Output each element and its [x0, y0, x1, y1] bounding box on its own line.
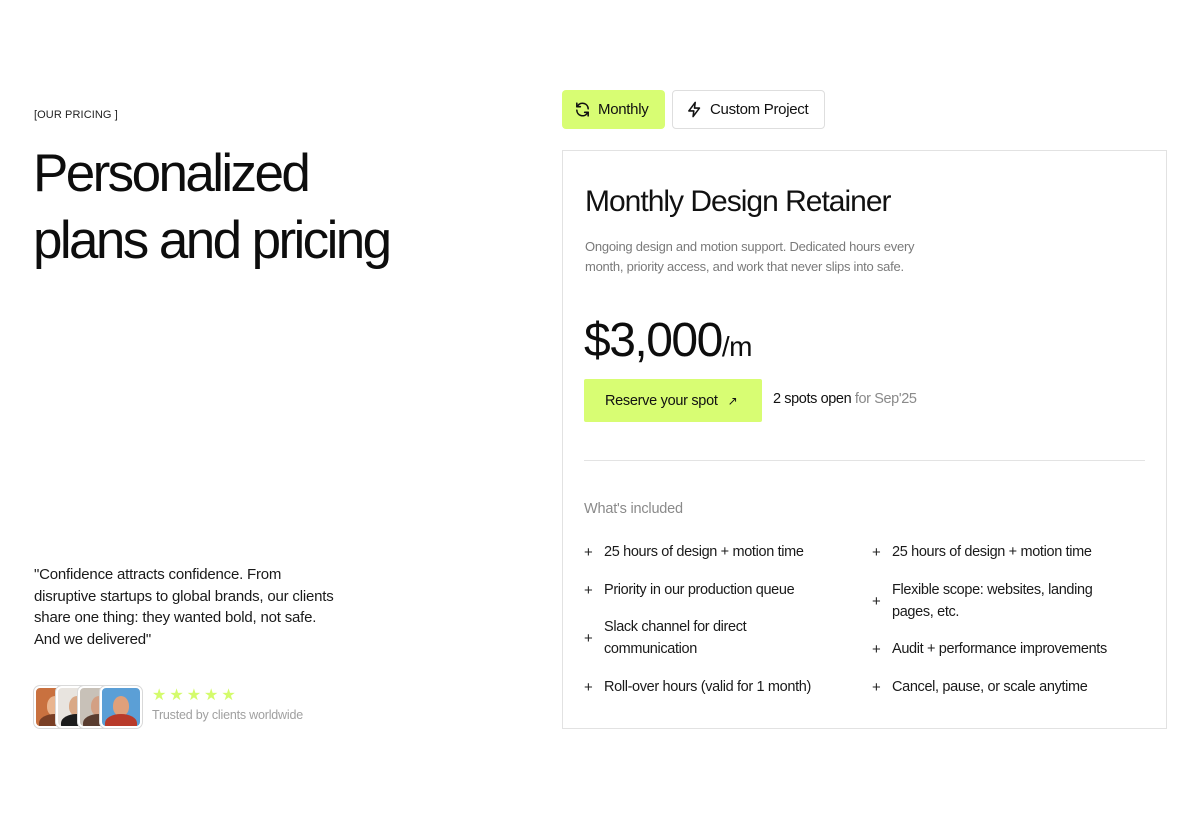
star-icon: ★: [152, 687, 167, 704]
tab-custom-project[interactable]: Custom Project: [672, 90, 825, 129]
feature-text: Priority in our production queue: [604, 582, 795, 598]
price-amount: $3,000: [584, 314, 723, 367]
plus-icon: +: [872, 544, 881, 561]
included-heading: What's included: [584, 501, 683, 517]
refresh-icon: [576, 102, 589, 117]
tab-label: Custom Project: [710, 101, 809, 118]
feature-item: + 25 hours of design + motion time: [872, 542, 1152, 564]
tab-label: Monthly: [598, 101, 649, 118]
price-period: /m: [721, 331, 753, 362]
feature-item: + Slack channel for direct communication: [584, 617, 794, 660]
rating-stars: ★ ★ ★ ★ ★: [152, 688, 236, 704]
plus-icon: +: [872, 679, 881, 696]
plus-icon: +: [584, 582, 593, 599]
feature-item: + Roll-over hours (valid for 1 month): [584, 677, 844, 699]
lightning-icon: [688, 101, 701, 118]
feature-item: + Cancel, pause, or scale anytime: [872, 677, 1152, 699]
feature-text: Flexible scope: websites, landing pages,…: [892, 582, 1093, 620]
star-icon: ★: [221, 687, 236, 704]
reserve-spot-button[interactable]: Reserve your spot ↗: [584, 379, 762, 422]
avatar-stack: [34, 686, 146, 730]
feature-text: Roll-over hours (valid for 1 month): [604, 679, 811, 695]
plan-description: Ongoing design and motion support. Dedic…: [585, 239, 915, 274]
feature-item: + 25 hours of design + motion time: [584, 542, 844, 564]
feature-text: 25 hours of design + motion time: [892, 544, 1092, 560]
pricing-card: Monthly Design Retainer Ongoing design a…: [562, 150, 1167, 729]
feature-item: + Audit + performance improvements: [872, 639, 1152, 661]
spots-period: for Sep'25: [854, 391, 917, 407]
page-title-line-1: Personalized: [33, 144, 311, 203]
feature-text: Audit + performance improvements: [892, 641, 1107, 657]
feature-item: + Flexible scope: websites, landing page…: [872, 580, 1122, 623]
spots-count: 2 spots open: [773, 391, 852, 407]
spots-availability: 2 spots open for Sep'25: [773, 391, 917, 407]
page-title: Personalized plans and pricing: [33, 140, 453, 274]
plus-icon: +: [584, 679, 593, 696]
section-eyebrow: [OUR PRICING ]: [34, 109, 118, 121]
plan-price: $3,000/m: [584, 311, 752, 377]
plan-title: Monthly Design Retainer: [585, 185, 891, 218]
star-icon: ★: [186, 687, 202, 704]
arrow-up-right-icon: ↗: [727, 393, 738, 408]
page-title-line-2: plans and pricing: [33, 211, 392, 270]
trust-text: Trusted by clients worldwide: [152, 708, 303, 722]
plus-icon: +: [872, 592, 881, 610]
feature-text: 25 hours of design + motion time: [604, 544, 804, 560]
feature-text: Slack channel for direct communication: [604, 619, 747, 657]
plus-icon: +: [872, 641, 881, 658]
tab-monthly[interactable]: Monthly: [562, 90, 665, 129]
reserve-button-label: Reserve your spot: [605, 392, 718, 409]
testimonial-quote: "Confidence attracts confidence. From di…: [34, 566, 334, 648]
divider: [584, 460, 1145, 461]
feature-item: + Priority in our production queue: [584, 580, 844, 602]
star-icon: ★: [204, 687, 219, 704]
pricing-section: [OUR PRICING ] Personalized plans and pr…: [0, 0, 1200, 819]
plus-icon: +: [584, 629, 593, 647]
feature-text: Cancel, pause, or scale anytime: [892, 679, 1088, 695]
plus-icon: +: [584, 544, 593, 561]
avatar: [100, 686, 142, 728]
star-icon: ★: [169, 687, 184, 704]
